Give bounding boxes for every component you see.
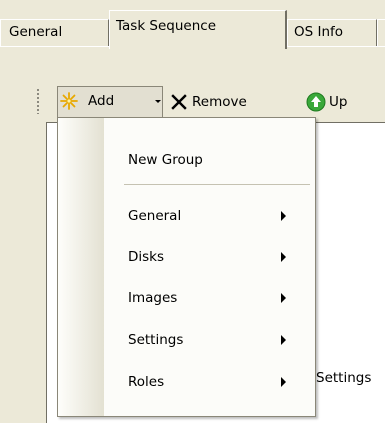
menu-item-new-group[interactable]: New Group [58, 145, 315, 175]
menu-item-disks[interactable]: Disks [58, 242, 315, 272]
menu-item-label: General [128, 208, 182, 224]
tab-strip: General Task Sequence OS Info [0, 0, 385, 49]
menu-item-general[interactable]: General [58, 201, 315, 231]
green-up-arrow-icon [306, 92, 326, 112]
menu-separator [124, 184, 310, 185]
add-dropdown-menu: New Group General Disks Images Settings … [57, 117, 316, 417]
submenu-arrow-icon [281, 252, 286, 262]
toolbar: Add Remove Up [36, 84, 385, 118]
up-button-label: Up [329, 94, 348, 110]
remove-button[interactable]: Remove [169, 86, 247, 118]
submenu-arrow-icon [281, 335, 286, 345]
add-button-label: Add [88, 93, 115, 109]
menu-item-label: Settings [128, 332, 184, 348]
submenu-arrow-icon [281, 377, 286, 387]
menu-item-settings[interactable]: Settings [58, 325, 315, 355]
caret-down-icon [155, 100, 161, 103]
tab-os-info[interactable]: OS Info [287, 19, 377, 46]
menu-item-label: Images [128, 290, 178, 306]
menu-item-images[interactable]: Images [58, 283, 315, 313]
submenu-arrow-icon [281, 211, 286, 221]
menu-item-label: Disks [128, 249, 165, 265]
up-button[interactable]: Up [306, 86, 347, 118]
menu-item-roles[interactable]: Roles [58, 367, 315, 397]
toolbar-grip[interactable] [36, 88, 40, 114]
menu-item-label: New Group [128, 152, 203, 168]
tab-task-sequence[interactable]: Task Sequence [109, 10, 287, 49]
tab-general[interactable]: General [0, 19, 109, 46]
sparkle-add-icon [60, 92, 78, 110]
x-remove-icon [171, 94, 187, 110]
remove-button-label: Remove [192, 94, 247, 110]
submenu-arrow-icon [281, 293, 286, 303]
list-item-partial-text: Settings [316, 370, 372, 386]
tab-overflow-partial[interactable] [377, 19, 385, 46]
menu-item-label: Roles [128, 374, 165, 390]
